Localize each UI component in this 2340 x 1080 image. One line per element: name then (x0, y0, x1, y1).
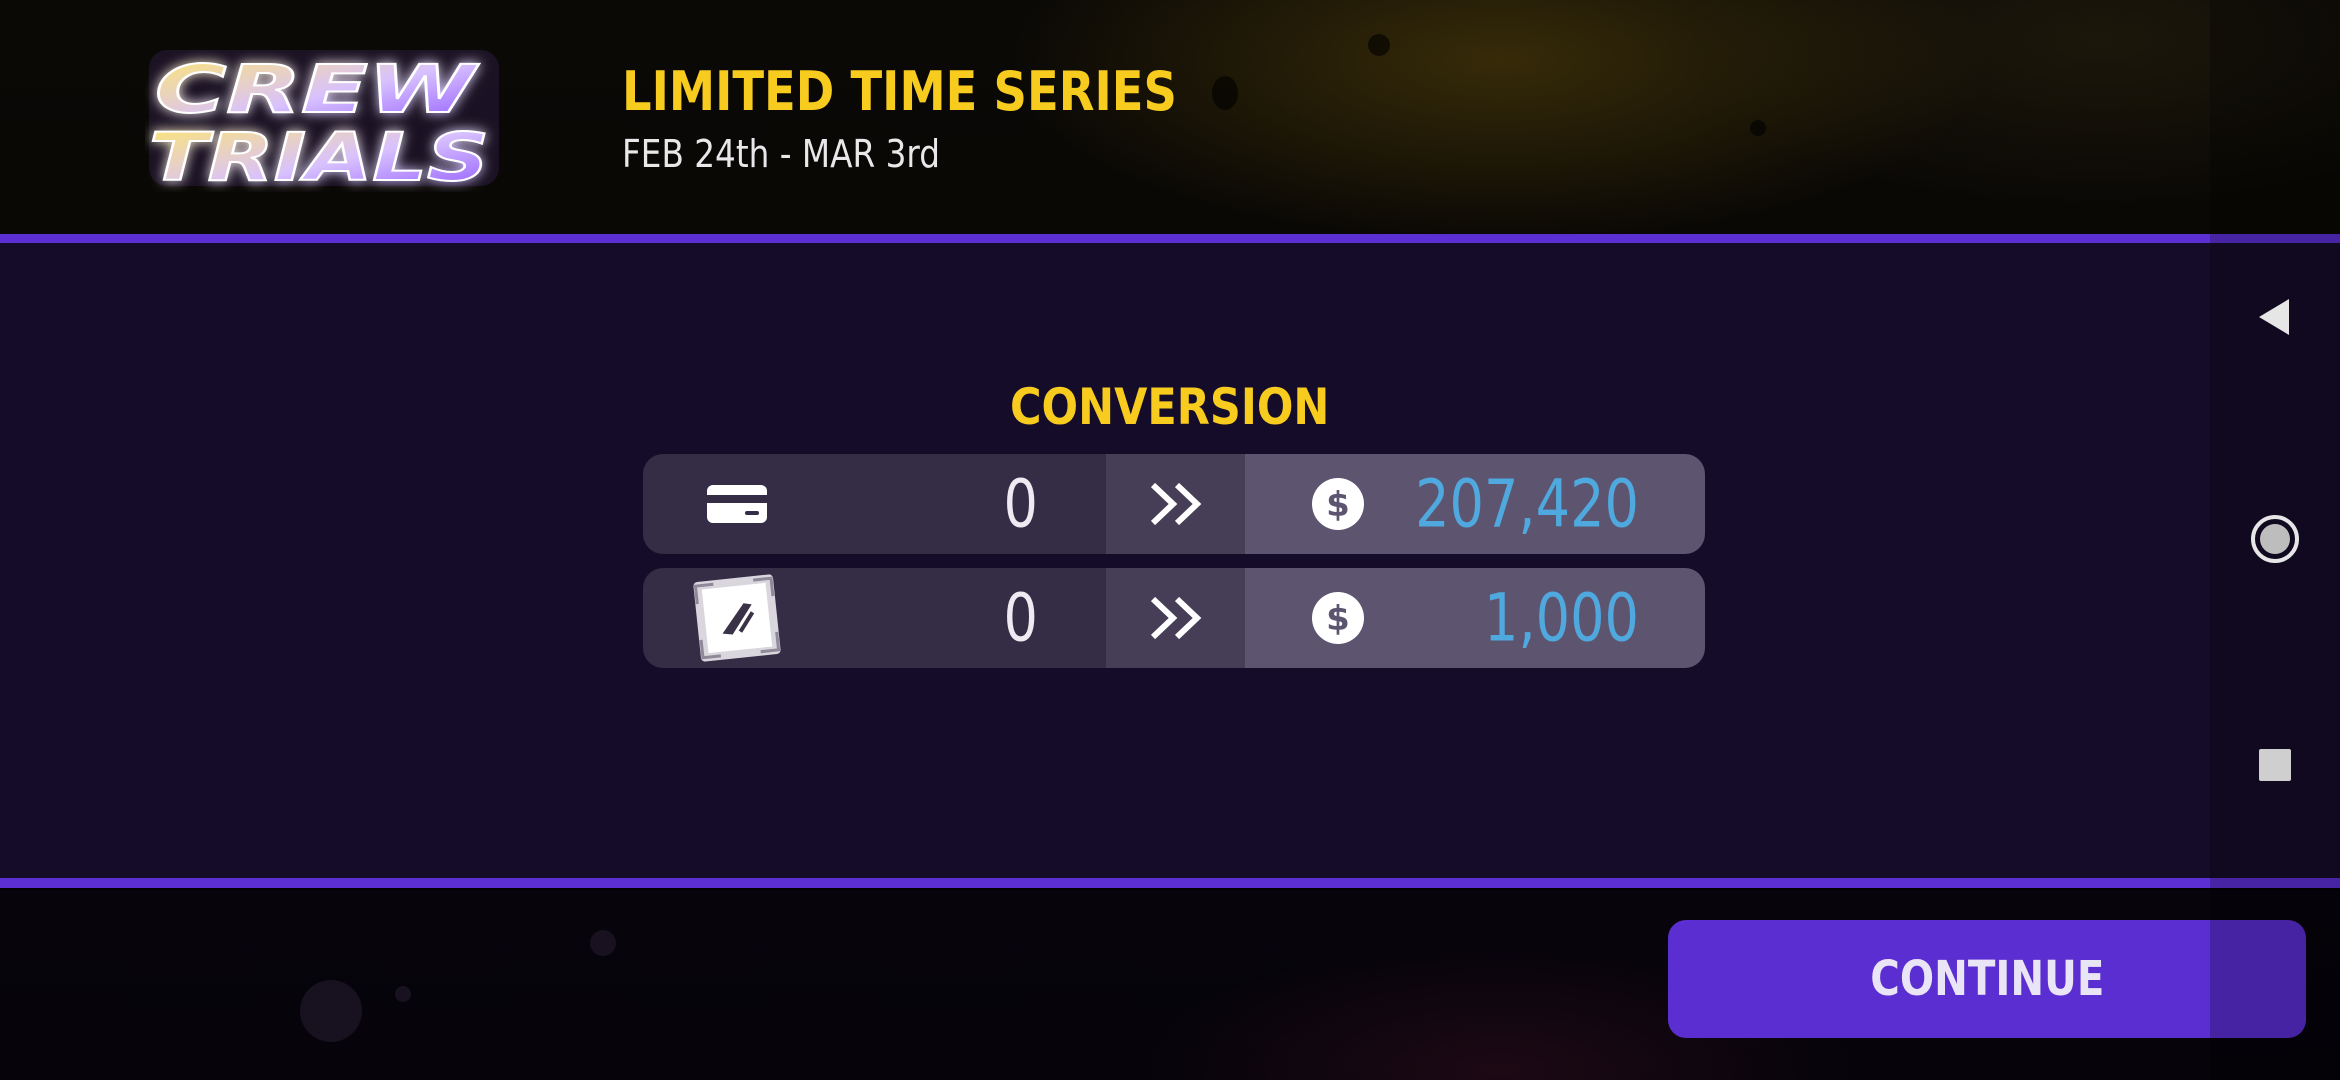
screen: CREW TRIALS LIMITED TIME SERIES FEB 24th… (0, 0, 2340, 1080)
home-icon (2251, 515, 2299, 563)
nav-back-button[interactable] (2210, 252, 2340, 382)
svg-text:TRIALS: TRIALS (149, 119, 489, 192)
continue-button-label: CONTINUE (1869, 951, 2105, 1007)
back-icon (2259, 299, 2289, 335)
event-dates: FEB 24th - MAR 3rd (622, 132, 940, 176)
event-title: LIMITED TIME SERIES (622, 60, 1177, 123)
conversion-row: 0 $ 207,420 (643, 454, 1705, 554)
dollar-coin-icon: $ (1312, 592, 1364, 644)
conversion-title: CONVERSION (0, 378, 2340, 436)
source-cell: 0 (643, 568, 1106, 668)
source-value: 0 (1003, 579, 1038, 657)
source-value: 0 (1003, 465, 1038, 543)
recents-icon (2259, 749, 2291, 781)
conversion-row: 0 $ 1,000 (643, 568, 1705, 668)
conversion-panel (0, 243, 2340, 878)
bottom-accent-stripe (0, 878, 2340, 888)
crew-trials-logo: CREW TRIALS (148, 50, 499, 192)
conversion-title-text: CONVERSION (1010, 378, 1330, 436)
bg-speck (1750, 120, 1766, 136)
svg-text:$: $ (1326, 485, 1350, 525)
target-cell: $ 207,420 (1245, 454, 1705, 554)
svg-text:$: $ (1326, 599, 1350, 639)
bg-speck (1212, 76, 1238, 110)
double-chevron-right-icon (1150, 596, 1201, 640)
target-value: 1,000 (1484, 579, 1639, 657)
bg-speck (395, 986, 411, 1002)
dollar-coin-icon: $ (1312, 478, 1364, 530)
system-nav-bar (2210, 0, 2340, 1080)
source-cell: 0 (643, 454, 1106, 554)
token-badge-icon (693, 574, 781, 662)
svg-text:CREW: CREW (155, 51, 480, 128)
bg-speck (590, 930, 616, 956)
header: CREW TRIALS LIMITED TIME SERIES FEB 24th… (0, 0, 2340, 234)
nav-home-button[interactable] (2210, 474, 2340, 604)
target-cell: $ 1,000 (1245, 568, 1705, 668)
nav-recents-button[interactable] (2210, 700, 2340, 830)
arrow-cell (1106, 454, 1245, 554)
bg-speck (300, 980, 362, 1042)
card-icon (707, 485, 767, 523)
arrow-cell (1106, 568, 1245, 668)
double-chevron-right-icon (1150, 482, 1201, 526)
bg-speck (1368, 34, 1390, 56)
target-value: 207,420 (1415, 465, 1639, 543)
